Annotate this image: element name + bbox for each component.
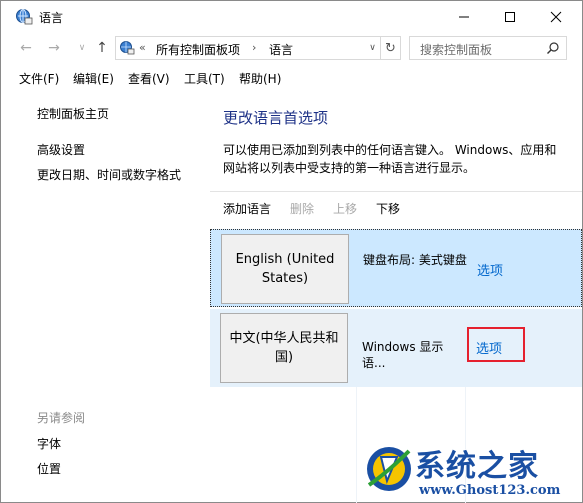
search-icon: [546, 41, 560, 55]
up-arrow-icon[interactable]: ↑: [93, 39, 111, 57]
language-info-chinese: Windows 显示语...: [362, 340, 444, 370]
advanced-settings-link[interactable]: 高级设置: [37, 141, 85, 158]
watermark-url: www.Ghost123.com: [419, 483, 561, 498]
watermark-logo-icon: [363, 441, 415, 495]
watermark: 系统之家 www.Ghost123.com: [363, 439, 583, 503]
maximize-button[interactable]: [487, 1, 533, 32]
language-name-chinese[interactable]: 中文(中华人民共和国): [220, 313, 348, 383]
options-link-english[interactable]: 选项: [477, 260, 503, 279]
see-also-heading: 另请参阅: [37, 411, 86, 425]
location-link[interactable]: 位置: [37, 460, 61, 477]
fonts-link[interactable]: 字体: [37, 435, 61, 452]
add-language-button[interactable]: 添加语言: [223, 200, 271, 217]
left-pane: 控制面板主页 高级设置 更改日期、时间或数字格式 另请参阅 字体 位置: [1, 91, 211, 503]
breadcrumb-overflow[interactable]: «: [139, 41, 146, 54]
language-info-english: 键盘布局: 美式键盘: [363, 253, 467, 267]
window-title: 语言: [39, 11, 64, 25]
breadcrumb-separator[interactable]: ›: [252, 41, 256, 54]
address-bar[interactable]: « 所有控制面板项 › 语言 ∨ ↻: [115, 36, 401, 60]
menu-bar: 文件(F) 编辑(E) 查看(V) 工具(T) 帮助(H): [1, 66, 582, 90]
move-down-button[interactable]: 下移: [376, 200, 400, 217]
control-panel-icon: [119, 40, 135, 56]
change-date-time-format-link[interactable]: 更改日期、时间或数字格式: [37, 166, 181, 183]
search-input[interactable]: 搜索控制面板: [409, 36, 567, 60]
menu-help[interactable]: 帮助(H): [239, 70, 281, 87]
language-window: 语言 ← → ∨ ↑ « 所有控制面板项 › 语言 ∨ ↻ 搜索控制面板 文件(…: [0, 0, 583, 503]
control-panel-language-icon: [15, 8, 33, 26]
control-panel-home-link[interactable]: 控制面板主页: [37, 105, 109, 122]
language-name-english[interactable]: English (United States): [221, 234, 349, 304]
language-row-english[interactable]: English (United States) 键盘布局: 美式键盘 选项: [210, 229, 582, 307]
search-placeholder: 搜索控制面板: [420, 43, 493, 57]
menu-edit[interactable]: 编辑(E): [73, 70, 114, 87]
menu-view[interactable]: 查看(V): [128, 70, 170, 87]
close-button[interactable]: [533, 1, 579, 32]
refresh-icon[interactable]: ↻: [380, 37, 400, 59]
column-divider: [356, 387, 357, 503]
language-toolbar: 添加语言 删除 上移 下移: [210, 191, 582, 223]
navigation-row: ← → ∨ ↑ « 所有控制面板项 › 语言 ∨ ↻ 搜索控制面板: [1, 34, 582, 62]
menu-file[interactable]: 文件(F): [19, 70, 59, 87]
language-row-chinese[interactable]: 中文(中华人民共和国) Windows 显示语... 选项: [210, 309, 582, 387]
breadcrumb-language[interactable]: 语言: [269, 41, 293, 58]
title-bar[interactable]: 语言: [1, 1, 582, 32]
breadcrumb-all-control-panel-items[interactable]: 所有控制面板项: [156, 41, 240, 58]
move-up-button[interactable]: 上移: [333, 200, 357, 217]
recent-locations-chevron-icon[interactable]: ∨: [73, 39, 91, 57]
address-dropdown-icon[interactable]: ∨: [364, 37, 380, 59]
options-highlight-box: [467, 327, 525, 362]
minimize-button[interactable]: [441, 1, 487, 32]
back-arrow-icon[interactable]: ←: [17, 39, 35, 57]
forward-arrow-icon[interactable]: →: [45, 39, 63, 57]
page-title: 更改语言首选项: [223, 109, 329, 127]
menu-tools[interactable]: 工具(T): [184, 70, 225, 87]
page-description: 可以使用已添加到列表中的任何语言键入。 Windows、应用和网站将以列表中受支…: [223, 143, 557, 175]
remove-button[interactable]: 删除: [290, 200, 314, 217]
language-list: English (United States) 键盘布局: 美式键盘 选项 中文…: [210, 227, 582, 387]
watermark-title: 系统之家: [415, 449, 539, 484]
